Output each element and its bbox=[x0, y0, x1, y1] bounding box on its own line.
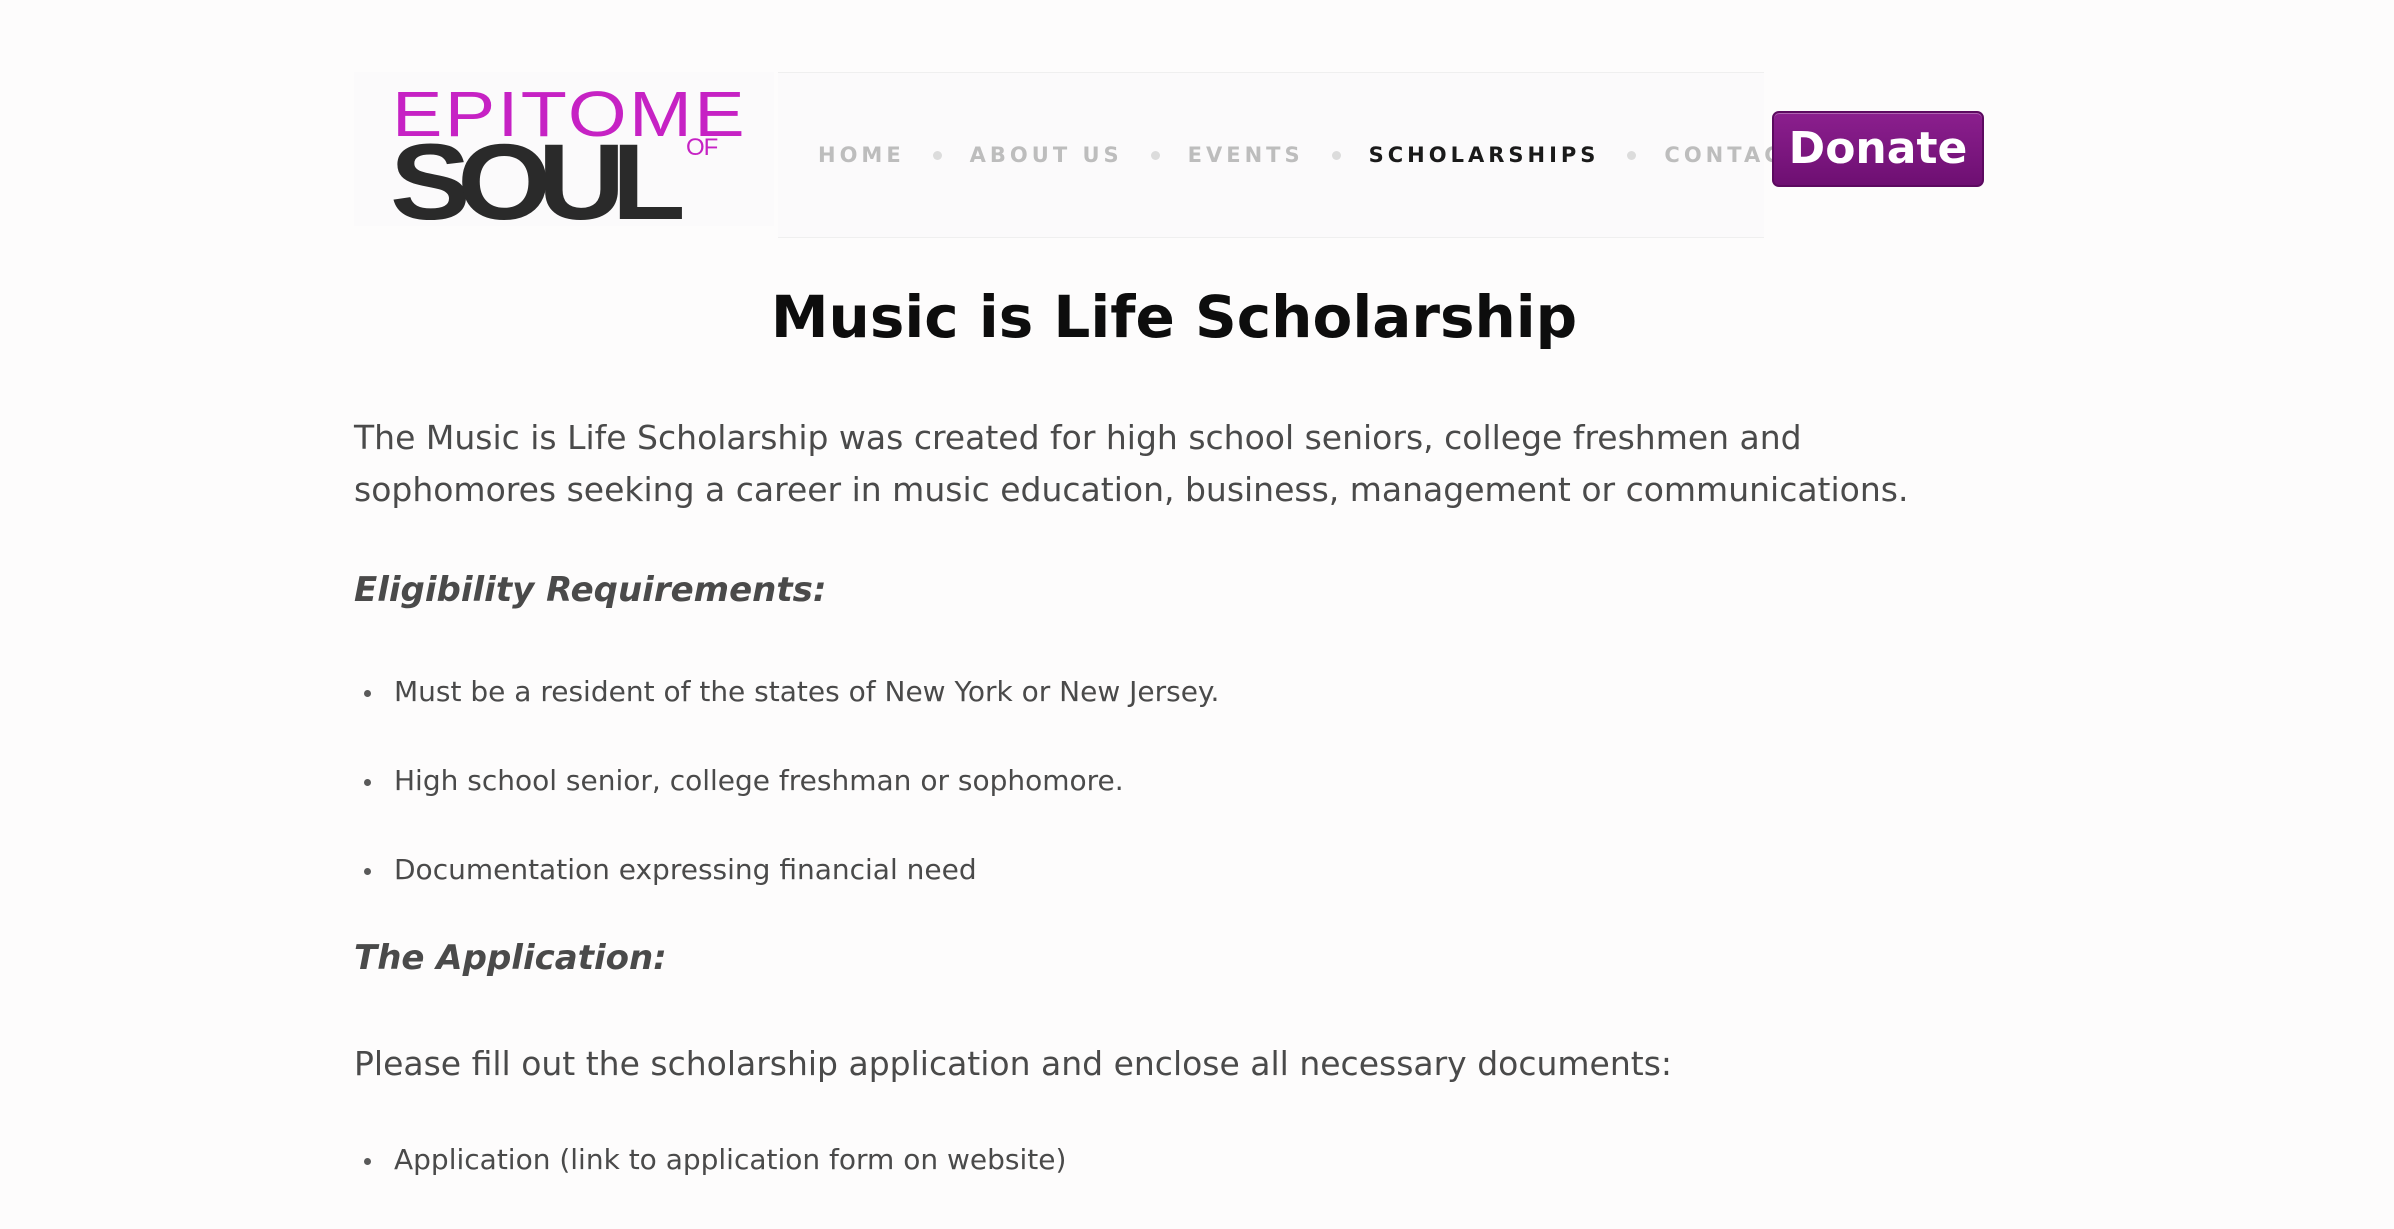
site-logo[interactable]: EPITOME SOUL OF bbox=[354, 72, 774, 236]
list-item: Must be a resident of the states of New … bbox=[354, 672, 1219, 761]
page: EPITOME SOUL OF HOME ABOUT US EVENTS SCH… bbox=[354, 0, 1994, 1176]
logo-wordmark-of: OF bbox=[686, 134, 718, 161]
application-intro: Please fill out the scholarship applicat… bbox=[354, 1044, 1673, 1083]
application-heading: The Application: bbox=[354, 938, 667, 978]
nav-item-scholarships[interactable]: SCHOLARSHIPS bbox=[1369, 143, 1600, 167]
nav-list: HOME ABOUT US EVENTS SCHOLARSHIPS CONTAC… bbox=[818, 143, 1802, 167]
nav-separator-dot bbox=[932, 150, 942, 160]
list-item: High school senior, college freshman or … bbox=[354, 761, 1219, 850]
nav-separator-dot bbox=[1331, 150, 1341, 160]
list-item: Documentation expressing financial need bbox=[354, 850, 1219, 939]
nav-item-events[interactable]: EVENTS bbox=[1188, 143, 1304, 167]
nav-item-home[interactable]: HOME bbox=[818, 143, 905, 167]
nav-separator-dot bbox=[1150, 150, 1160, 160]
application-list: Application (link to application form on… bbox=[354, 1140, 1066, 1229]
intro-paragraph: The Music is Life Scholarship was create… bbox=[354, 418, 1909, 509]
list-item[interactable]: Application (link to application form on… bbox=[354, 1140, 1066, 1229]
nav-item-about-us[interactable]: ABOUT US bbox=[970, 143, 1123, 167]
eligibility-list: Must be a resident of the states of New … bbox=[354, 672, 1219, 939]
nav-separator-dot bbox=[1627, 150, 1637, 160]
page-title: Music is Life Scholarship bbox=[770, 283, 1578, 351]
logo-wordmark-bottom: SOUL bbox=[390, 121, 686, 242]
eligibility-heading: Eligibility Requirements: bbox=[354, 570, 827, 610]
donate-button[interactable]: Donate bbox=[1772, 111, 1984, 187]
site-header: EPITOME SOUL OF HOME ABOUT US EVENTS SCH… bbox=[354, 72, 1994, 238]
main-nav: HOME ABOUT US EVENTS SCHOLARSHIPS CONTAC… bbox=[778, 72, 1798, 238]
